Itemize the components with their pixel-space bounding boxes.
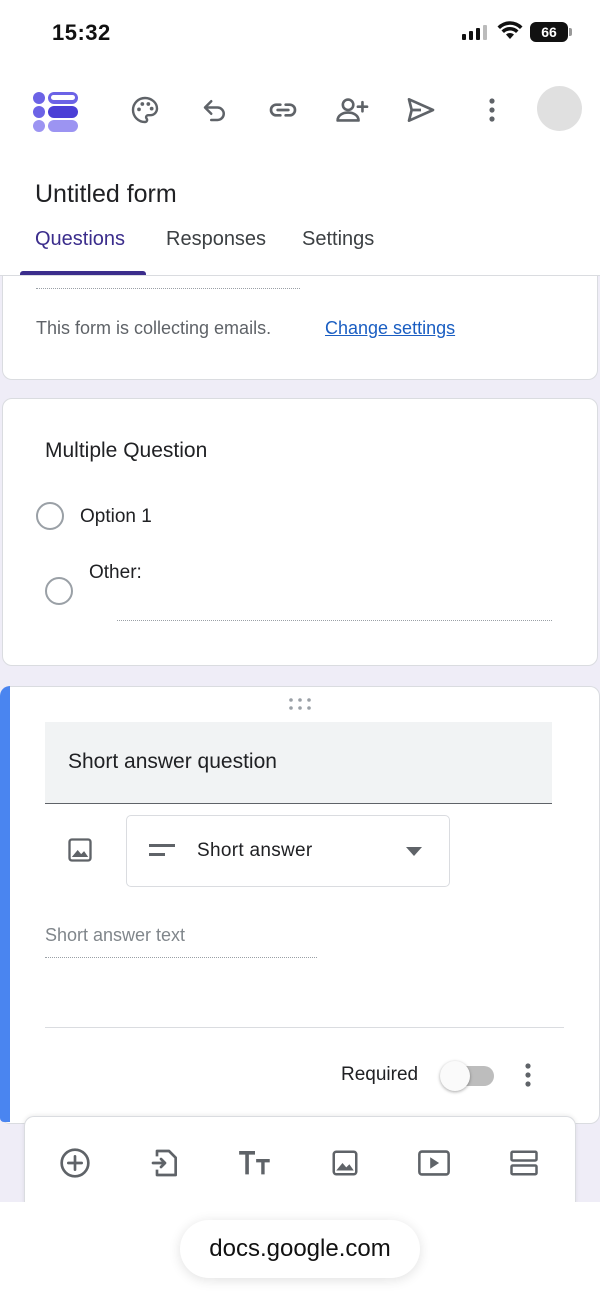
question-type-label: Short answer xyxy=(197,840,313,861)
status-time: 15:32 xyxy=(52,20,111,45)
forms-logo[interactable] xyxy=(30,90,82,136)
account-avatar[interactable] xyxy=(537,86,582,131)
add-item-toolbar xyxy=(24,1116,576,1206)
wifi-icon xyxy=(497,21,523,39)
change-settings-link[interactable]: Change settings xyxy=(325,318,455,339)
other-label: Other: xyxy=(89,562,142,583)
battery-tip xyxy=(569,28,572,36)
drag-handle-icon[interactable] xyxy=(288,697,312,711)
question-more-icon[interactable] xyxy=(520,1060,536,1090)
tab-questions[interactable]: Questions xyxy=(35,228,125,265)
battery-indicator: 66 xyxy=(530,22,568,42)
other-text-field[interactable] xyxy=(117,620,552,621)
import-icon[interactable] xyxy=(148,1146,182,1180)
email-collection-note: This form is collecting emails. xyxy=(36,318,272,338)
question-input[interactable]: Short answer question xyxy=(45,722,552,804)
send-icon[interactable] xyxy=(403,92,439,128)
add-circle-icon[interactable] xyxy=(58,1146,92,1180)
undo-icon[interactable] xyxy=(197,92,233,128)
short-answer-placeholder: Short answer text xyxy=(45,925,186,945)
dropdown-arrow-icon xyxy=(406,847,422,856)
card-footer-divider xyxy=(45,1027,564,1028)
radio-option-1[interactable] xyxy=(36,502,64,530)
short-text-icon xyxy=(149,844,175,856)
radio-other[interactable] xyxy=(45,577,73,605)
status-bar: 15:32 66 xyxy=(0,0,600,66)
question-title[interactable]: Multiple Question xyxy=(45,439,207,463)
add-person-icon[interactable] xyxy=(334,92,370,128)
email-field-line xyxy=(36,288,300,289)
url-text: docs.google.com xyxy=(209,1235,391,1262)
signal-icon xyxy=(462,25,487,40)
active-card-accent xyxy=(0,686,10,1122)
add-image-icon[interactable] xyxy=(64,834,96,866)
app-toolbar xyxy=(0,66,600,156)
battery-level: 66 xyxy=(541,24,557,40)
required-toggle-knob[interactable] xyxy=(440,1061,470,1091)
palette-icon[interactable] xyxy=(127,92,163,128)
more-vert-icon[interactable] xyxy=(474,92,510,128)
title-text-icon[interactable] xyxy=(238,1146,272,1180)
video-icon[interactable] xyxy=(417,1146,451,1180)
tab-responses[interactable]: Responses xyxy=(166,228,266,265)
url-bar[interactable]: docs.google.com xyxy=(180,1220,420,1278)
short-answer-line xyxy=(45,957,317,958)
section-icon[interactable] xyxy=(507,1146,541,1180)
tab-settings[interactable]: Settings xyxy=(302,228,374,265)
tab-bar: Questions Responses Settings xyxy=(0,222,600,276)
form-title[interactable]: Untitled form xyxy=(35,180,177,209)
question-input-text: Short answer question xyxy=(68,750,277,773)
question-type-dropdown[interactable]: Short answer xyxy=(126,815,450,887)
image-icon[interactable] xyxy=(328,1146,362,1180)
link-icon[interactable] xyxy=(265,92,301,128)
required-label: Required xyxy=(341,1064,419,1085)
option-1-label[interactable]: Option 1 xyxy=(80,506,152,528)
